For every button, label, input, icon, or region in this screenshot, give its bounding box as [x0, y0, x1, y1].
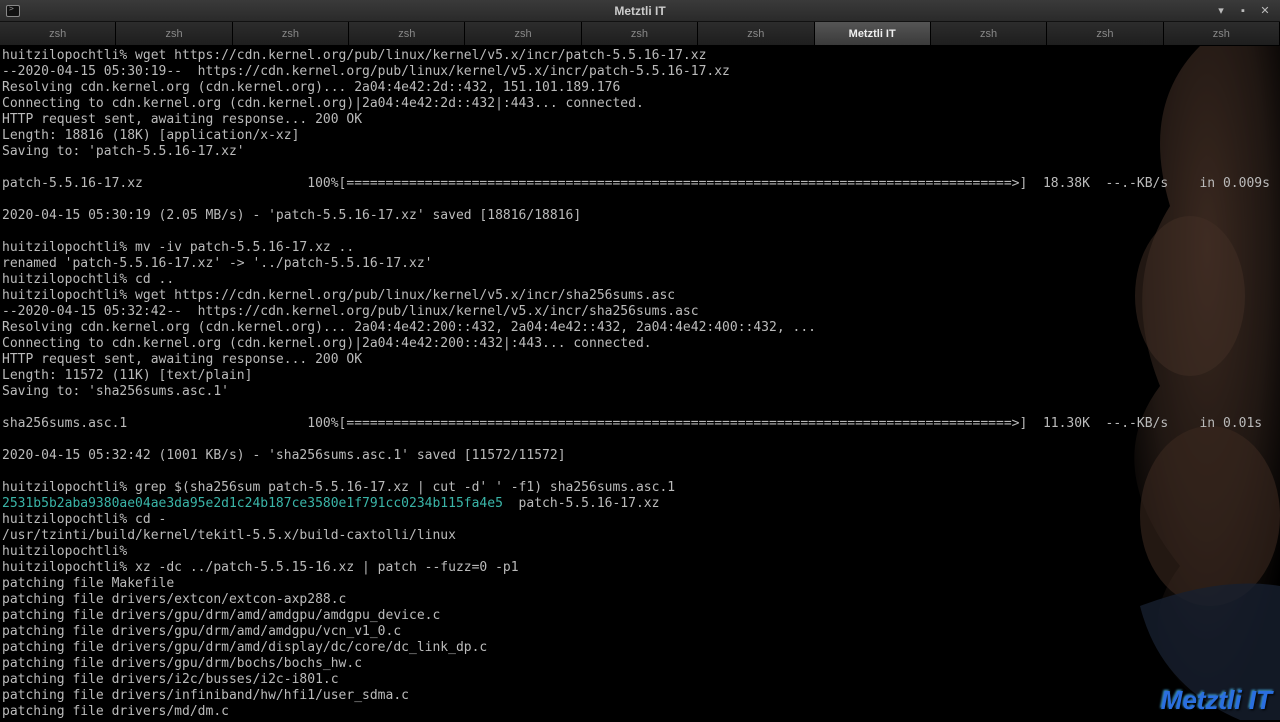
terminal-line: 2531b5b2aba9380ae04ae3da95e2d1c24b187ce3…: [2, 496, 1278, 512]
terminal-line: huitzilopochtli% grep $(sha256sum patch-…: [2, 480, 1278, 496]
terminal-line: patching file drivers/gpu/drm/amd/amdgpu…: [2, 624, 1278, 640]
terminal-line: [2, 464, 1278, 480]
terminal-line: huitzilopochtli% mv -iv patch-5.5.16-17.…: [2, 240, 1278, 256]
tab-zsh[interactable]: zsh: [349, 22, 465, 45]
tab-zsh[interactable]: zsh: [1164, 22, 1280, 45]
terminal-line: Resolving cdn.kernel.org (cdn.kernel.org…: [2, 80, 1278, 96]
terminal-line: Saving to: 'sha256sums.asc.1': [2, 384, 1278, 400]
window-title: Metztli IT: [614, 4, 665, 18]
terminal-line: patch-5.5.16-17.xz 100%[================…: [2, 176, 1278, 192]
terminal-line: --2020-04-15 05:32:42-- https://cdn.kern…: [2, 304, 1278, 320]
terminal-line: [2, 224, 1278, 240]
tab-zsh[interactable]: zsh: [465, 22, 581, 45]
sha256-hash: 2531b5b2aba9380ae04ae3da95e2d1c24b187ce3…: [2, 496, 503, 511]
tab-zsh[interactable]: zsh: [116, 22, 232, 45]
tab-zsh[interactable]: zsh: [0, 22, 116, 45]
terminal-line: Length: 11572 (11K) [text/plain]: [2, 368, 1278, 384]
terminal-line: patching file drivers/gpu/drm/bochs/boch…: [2, 656, 1278, 672]
tab-zsh[interactable]: zsh: [698, 22, 814, 45]
tab-active[interactable]: Metztli IT: [815, 22, 931, 45]
terminal-line: patching file drivers/i2c/busses/i2c-i80…: [2, 672, 1278, 688]
terminal-line: [2, 400, 1278, 416]
sha256-filename: patch-5.5.16-17.xz: [503, 496, 660, 511]
terminal-line: --2020-04-15 05:30:19-- https://cdn.kern…: [2, 64, 1278, 80]
terminal-output[interactable]: huitzilopochtli% wget https://cdn.kernel…: [0, 46, 1280, 722]
terminal-line: 2020-04-15 05:32:42 (1001 KB/s) - 'sha25…: [2, 448, 1278, 464]
terminal-line: huitzilopochtli%: [2, 544, 1278, 560]
terminal-line: Length: 18816 (18K) [application/x-xz]: [2, 128, 1278, 144]
minimize-button[interactable]: ▾: [1212, 3, 1230, 19]
terminal-line: patching file drivers/md/dm.c: [2, 704, 1278, 720]
terminal-line: HTTP request sent, awaiting response... …: [2, 352, 1278, 368]
close-button[interactable]: ✕: [1256, 3, 1274, 19]
terminal-line: huitzilopochtli% cd ..: [2, 272, 1278, 288]
terminal-line: Saving to: 'patch-5.5.16-17.xz': [2, 144, 1278, 160]
terminal-line: Connecting to cdn.kernel.org (cdn.kernel…: [2, 96, 1278, 112]
terminal-line: sha256sums.asc.1 100%[==================…: [2, 416, 1278, 432]
terminal-line: patching file drivers/infiniband/hw/hfi1…: [2, 688, 1278, 704]
terminal-line: huitzilopochtli% cd -: [2, 512, 1278, 528]
terminal-line: renamed 'patch-5.5.16-17.xz' -> '../patc…: [2, 256, 1278, 272]
terminal-line: 2020-04-15 05:30:19 (2.05 MB/s) - 'patch…: [2, 208, 1278, 224]
terminal-line: HTTP request sent, awaiting response... …: [2, 112, 1278, 128]
terminal-icon: [6, 5, 20, 17]
terminal-line: Connecting to cdn.kernel.org (cdn.kernel…: [2, 336, 1278, 352]
terminal-line: [2, 160, 1278, 176]
terminal-line: huitzilopochtli% xz -dc ../patch-5.5.15-…: [2, 560, 1278, 576]
terminal-line: patching file drivers/extcon/extcon-axp2…: [2, 592, 1278, 608]
tab-zsh[interactable]: zsh: [233, 22, 349, 45]
terminal-line: huitzilopochtli% wget https://cdn.kernel…: [2, 288, 1278, 304]
terminal-line: patching file drivers/gpu/drm/amd/amdgpu…: [2, 608, 1278, 624]
terminal-line: patching file drivers/gpu/drm/amd/displa…: [2, 640, 1278, 656]
tab-zsh[interactable]: zsh: [582, 22, 698, 45]
window-buttons: ▾ ▪ ✕: [1212, 3, 1274, 19]
terminal-line: [2, 432, 1278, 448]
tab-zsh[interactable]: zsh: [1047, 22, 1163, 45]
terminal-line: Resolving cdn.kernel.org (cdn.kernel.org…: [2, 320, 1278, 336]
tab-bar: zshzshzshzshzshzshzshMetztli ITzshzshzsh: [0, 22, 1280, 46]
watermark-text: Metztli IT: [1161, 685, 1272, 716]
tab-zsh[interactable]: zsh: [931, 22, 1047, 45]
maximize-button[interactable]: ▪: [1234, 3, 1252, 19]
terminal-line: huitzilopochtli% wget https://cdn.kernel…: [2, 48, 1278, 64]
window-titlebar: Metztli IT ▾ ▪ ✕: [0, 0, 1280, 22]
terminal-line: /usr/tzinti/build/kernel/tekitl-5.5.x/bu…: [2, 528, 1278, 544]
terminal-line: [2, 192, 1278, 208]
terminal-line: patching file Makefile: [2, 576, 1278, 592]
